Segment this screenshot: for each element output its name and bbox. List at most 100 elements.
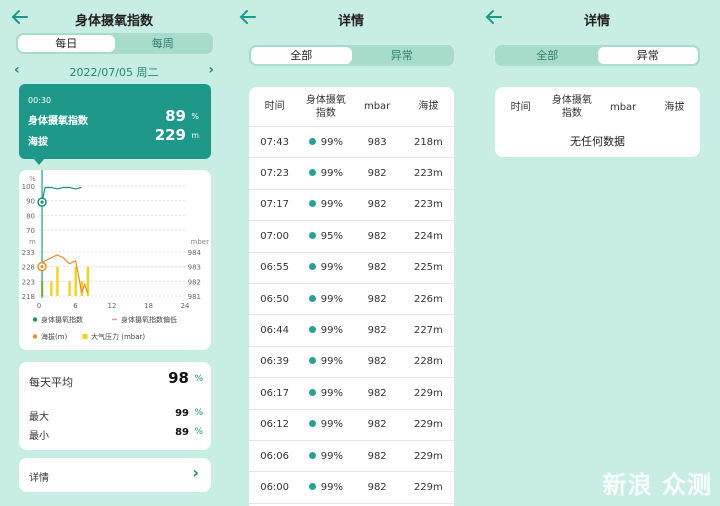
altitude-line: [41, 254, 89, 294]
cell-mbar: 982: [367, 168, 387, 180]
details-link[interactable]: 详情 ›: [19, 458, 211, 492]
cell-altitude: 226m: [413, 293, 443, 305]
status-dot-icon: [308, 388, 316, 396]
cell-mbar: 982: [367, 199, 387, 211]
status-dot-icon: [308, 482, 316, 490]
cell-mbar: 982: [367, 419, 387, 431]
cell-time: 07:17: [260, 199, 290, 211]
cell-mbar: 982: [367, 325, 387, 337]
legend-label: 身体摄氧指数: [41, 315, 83, 324]
y2-tick-label: 981: [188, 293, 201, 301]
legend-label: 大气压力 (mbar): [91, 332, 145, 341]
status-dot-icon: [308, 420, 316, 428]
cell-time: 06:50: [260, 293, 290, 305]
tab-all[interactable]: 全部: [251, 47, 352, 64]
cell-time: 06:44: [260, 325, 290, 337]
stats-card: 每天平均 98 % 最大 99 % 最小 89 %: [19, 362, 211, 450]
cell-spo2: 99%: [300, 419, 351, 430]
x-tick-label: 0: [37, 302, 41, 310]
min-unit: %: [194, 427, 203, 437]
avg-value: 98: [168, 369, 189, 387]
y2-tick-label: 984: [188, 249, 202, 257]
date-navigator: ‹ 2022/07/05 周二 ›: [10, 60, 218, 80]
left-unit-label: m: [29, 238, 36, 246]
cell-altitude: 227m: [413, 325, 443, 337]
table-row: 06:39 99% 982 228m: [249, 347, 454, 379]
tab-weekly[interactable]: 每周: [115, 35, 212, 52]
table-row: 07:00 95% 982 224m: [249, 221, 454, 253]
tooltip-spo2-value: 89: [165, 107, 186, 125]
table-row: 06:12 99% 982 229m: [249, 410, 454, 441]
col-spo2: 身体摄氧 指数: [551, 95, 592, 119]
cell-time: 06:06: [260, 450, 290, 462]
col-altitude: 海拔: [418, 101, 439, 112]
legend-marker: [32, 317, 38, 322]
status-dot-icon: [308, 231, 316, 239]
table-row: 06:44 99% 982 227m: [249, 315, 454, 347]
cell-altitude: 223m: [413, 168, 443, 180]
legend-label: 身体摄氧指数偏低: [121, 315, 177, 324]
tooltip-spo2-unit: %: [191, 112, 199, 121]
watermark-logo: 新浪 众测: [602, 471, 712, 499]
empty-state: 无任何数据: [570, 135, 625, 148]
x-tick-label: 12: [108, 302, 117, 310]
cell-mbar: 982: [367, 293, 387, 305]
table-row: 06:17 99% 982 229m: [249, 378, 454, 410]
y-tick-label: 80: [26, 212, 35, 220]
tooltip-alt-unit: m: [191, 131, 199, 140]
cell-mbar: 982: [367, 481, 387, 493]
cell-mbar: 982: [367, 387, 387, 399]
pressure-bar: [50, 281, 53, 296]
tab-daily[interactable]: 每日: [18, 35, 115, 52]
cell-spo2: 99%: [300, 137, 351, 148]
altitude-marker-dot: [40, 265, 44, 269]
col-mbar: mbar: [363, 101, 391, 112]
page-title: 身体摄氧指数: [74, 14, 153, 29]
current-date: 2022/07/05 周二: [69, 66, 159, 79]
status-dot-icon: [308, 263, 316, 271]
chevron-right-icon[interactable]: ›: [208, 62, 214, 78]
avg-unit: %: [194, 374, 203, 384]
top-unit-label: %: [29, 175, 36, 183]
col-time: 时间: [264, 101, 285, 112]
cell-time: 07:00: [260, 230, 290, 242]
tooltip-pointer: [33, 158, 45, 165]
page-title: 详情: [583, 14, 610, 29]
header: 详情: [228, 6, 474, 30]
tab-abnormal[interactable]: 异常: [352, 47, 453, 64]
status-dot-icon: [308, 294, 316, 302]
right-unit-label: mber: [191, 238, 210, 246]
cell-altitude: 229m: [413, 387, 443, 399]
cell-time: 06:12: [260, 419, 290, 431]
filter-toggle: 全部 异常: [495, 45, 700, 66]
y-tick-label: 218: [22, 293, 35, 301]
cell-time: 06:39: [260, 356, 290, 368]
legend-label: 海拔(m): [41, 332, 68, 341]
page-title: 详情: [337, 14, 364, 29]
max-value: 99: [175, 408, 189, 419]
y-tick-label: 70: [26, 227, 35, 235]
cell-mbar: 982: [367, 230, 387, 242]
table-row: 06:55 99% 982 225m: [249, 253, 454, 284]
table-body: 07:43 99% 983 218m 07:23 99% 982 223m 07:17 99% 98…: [249, 127, 454, 504]
table-header: 时间 身体摄氧 指数 mbar 海拔: [495, 87, 700, 127]
y-tick-label: 100: [22, 183, 35, 191]
tab-all[interactable]: 全部: [497, 47, 598, 64]
legend-marker: [82, 334, 88, 339]
tooltip-alt-value: 229: [154, 126, 186, 144]
status-dot-icon: [308, 357, 316, 365]
spo2-line: [41, 186, 82, 203]
chart-tooltip: 00:30 身体摄氧指数 89 % 海拔 229 m: [19, 84, 211, 165]
cell-spo2: 99%: [300, 262, 351, 273]
cell-time: 06:00: [260, 481, 290, 493]
period-toggle: 每日 每周: [16, 33, 213, 54]
spo2-chart[interactable]: %100 90 80 70 m mber 233 228 223 218 984 983 982 981 0…: [19, 170, 211, 350]
table-row: 07:43 99% 983 218m: [249, 127, 454, 159]
tab-abnormal[interactable]: 异常: [597, 47, 698, 64]
readings-table: 时间 身体摄氧 指数 mbar 海拔 无任何数据: [495, 87, 700, 157]
y-tick-label: 90: [26, 198, 35, 206]
spo2-marker-dot: [40, 200, 44, 204]
cell-spo2: 99%: [300, 451, 351, 462]
cell-mbar: 982: [367, 356, 387, 368]
header: 身体摄氧指数: [0, 6, 228, 30]
